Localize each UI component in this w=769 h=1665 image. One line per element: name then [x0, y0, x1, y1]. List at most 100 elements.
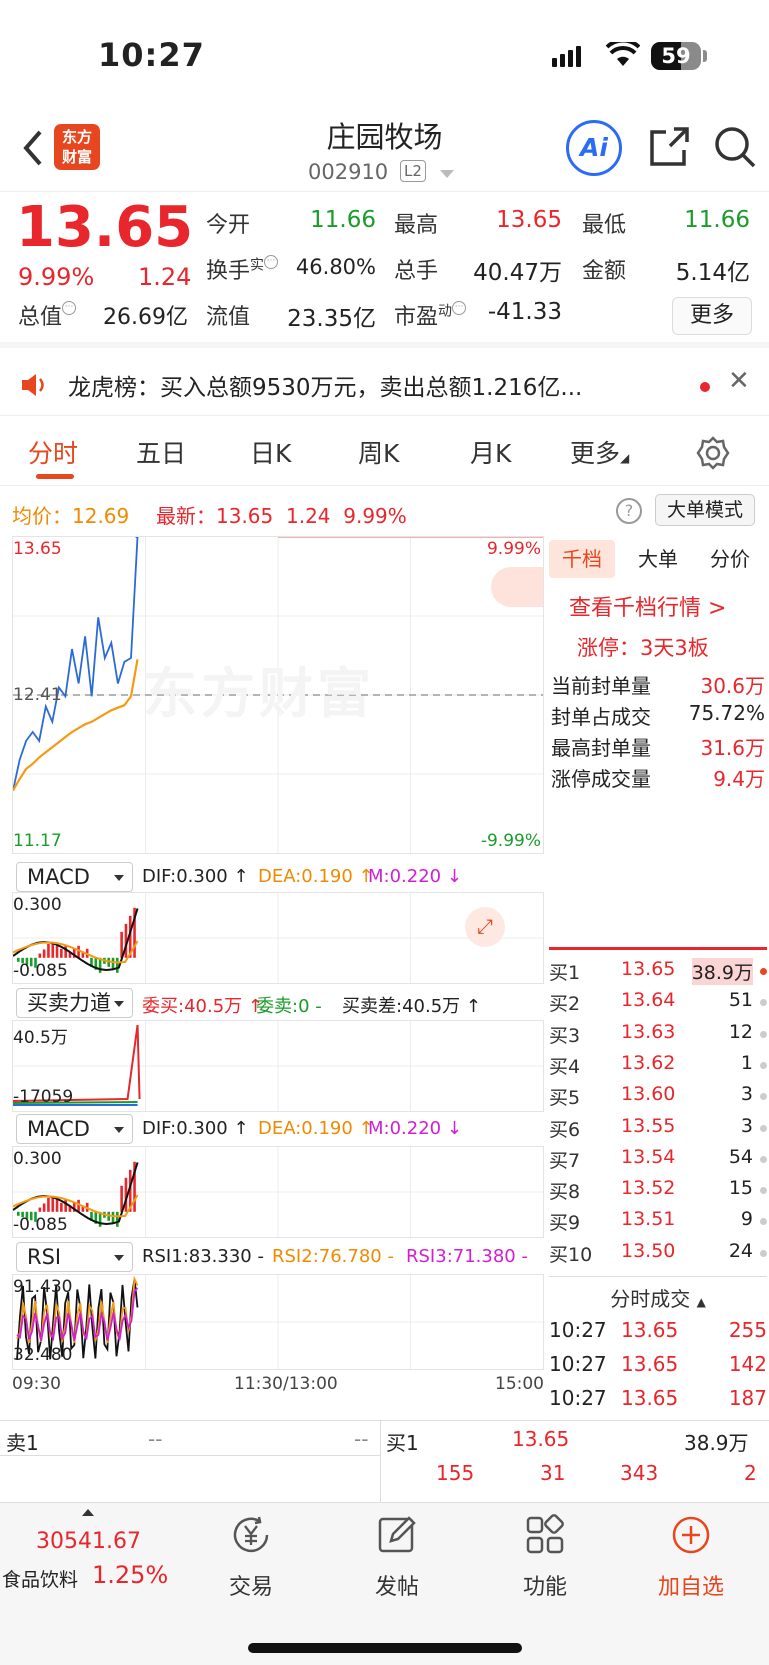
- home-indicator: [248, 1643, 522, 1653]
- macd-chart[interactable]: 0.300 -0.085 ⤢: [12, 892, 544, 984]
- intraday-chart[interactable]: 13.65 9.99% 12.41 11.17 -9.99% 东方财富: [12, 536, 544, 854]
- chart-area[interactable]: 13.65 9.99% 12.41 11.17 -9.99% 东方财富 MACD…: [12, 536, 544, 1396]
- big-order-mode-button[interactable]: 大单模式: [655, 494, 755, 526]
- stat-label: 市盈动 ···: [394, 299, 467, 331]
- order-book-row[interactable]: 买5 13.60 3: [549, 1083, 767, 1114]
- time-axis-start: 09:30: [12, 1374, 61, 1394]
- order-book[interactable]: 买1 13.65 38.9万 买2 13.64 51 买3 13.63 12 买4 13.62 1 买5…: [547, 954, 769, 1276]
- pct-top-label: 9.99%: [486, 539, 541, 559]
- chevron-down-icon[interactable]: [440, 170, 454, 178]
- search-icon[interactable]: [712, 124, 758, 170]
- watermark: 东方财富: [143, 662, 375, 725]
- stat-value: 26.69亿: [103, 305, 188, 330]
- order-book-row[interactable]: 买7 13.54 54: [549, 1146, 767, 1177]
- order-book-row[interactable]: 买6 13.55 3: [549, 1115, 767, 1146]
- indicator-header: MACD DIF:0.300 ↑ DEA:0.190 ↑ M:0.220 ↓: [12, 1110, 544, 1148]
- bid-ask-force-chart[interactable]: 40.5万 -17059: [12, 1020, 544, 1112]
- bottom-nav: 30541.67 食品饮料 1.25% 交易 发帖 功能 加自选: [0, 1502, 769, 1665]
- change-percent: 9.99%: [18, 263, 95, 291]
- right-panel: 千档 大单 分价 查看千档行情 > 涨停：3天3板 当前封单量 30.6万 封单占…: [547, 536, 769, 1396]
- stat-value: -41.33: [487, 299, 562, 325]
- wifi-icon: [606, 42, 640, 66]
- settings-gear-icon[interactable]: [696, 436, 730, 470]
- mascot-icon[interactable]: [491, 567, 543, 607]
- stat-label: 最高: [394, 213, 439, 238]
- tab-big-order[interactable]: 大单: [625, 540, 691, 578]
- tab-intraday[interactable]: 分时: [28, 434, 78, 470]
- macd-bar: [47, 943, 50, 958]
- tab-more[interactable]: 更多◢: [570, 434, 629, 470]
- tab-price-split[interactable]: 分价: [697, 540, 763, 578]
- indicator-select[interactable]: 买卖力道: [16, 988, 133, 1018]
- tab-monthly-k[interactable]: 月K: [470, 434, 511, 470]
- macd-bar: [38, 1207, 42, 1212]
- ticks-header[interactable]: 分时成交 ▲: [549, 1276, 767, 1312]
- level2-badge[interactable]: L2: [400, 160, 426, 182]
- view-qiandang-link[interactable]: 查看千档行情 >: [569, 590, 726, 622]
- nav-add-watchlist[interactable]: 加自选: [636, 1513, 746, 1601]
- tab-5day[interactable]: 五日: [136, 434, 186, 470]
- order-book-row[interactable]: 买8 13.52 15: [549, 1177, 767, 1208]
- seal-row: 当前封单量 30.6万: [551, 674, 765, 698]
- tab-weekly-k[interactable]: 周K: [358, 434, 399, 470]
- macd-bar: [60, 1202, 63, 1212]
- order-book-row[interactable]: 买2 13.64 51: [549, 989, 767, 1020]
- indicator-select[interactable]: RSI: [16, 1242, 133, 1272]
- expand-icon[interactable]: ⤢: [465, 907, 505, 947]
- ai-button[interactable]: Ai: [566, 120, 622, 176]
- last-price: 13.65: [16, 195, 194, 260]
- time-axis-mid: 11:30/13:00: [234, 1374, 338, 1394]
- indicator-header: RSI RSI1:83.330 - RSI2:76.780 - RSI3:71.…: [12, 1238, 544, 1276]
- help-icon[interactable]: ?: [616, 498, 642, 524]
- grid-icon: [526, 1514, 564, 1554]
- stat-value: 40.47万: [473, 260, 562, 286]
- latest-price: 最新：13.65 1.24 9.99%: [156, 504, 407, 528]
- macd-bar: [47, 1197, 50, 1212]
- order-book-row[interactable]: 买3 13.63 12: [549, 1021, 767, 1052]
- news-text: 龙虎榜：买入总额9530万元，卖出总额1.216亿...: [68, 375, 583, 401]
- tick-row: 10:27 13.65 142: [549, 1352, 767, 1376]
- macd-chart[interactable]: 0.300 -0.085: [12, 1146, 544, 1238]
- nav-functions[interactable]: 功能: [490, 1513, 600, 1601]
- tick-row: 10:27 13.65 255: [549, 1318, 767, 1342]
- chart-info-bar: 均价：12.69 最新：13.65 1.24 9.99% ? 大单模式: [0, 490, 769, 534]
- news-ticker[interactable]: 龙虎榜：买入总额9530万元，卖出总额1.216亿... ✕: [0, 354, 769, 416]
- price-line: [13, 537, 139, 791]
- tick-row: 10:27 13.65 187: [549, 1386, 767, 1410]
- order-book-row[interactable]: 买1 13.65 38.9万: [549, 958, 767, 989]
- order-book-row[interactable]: 买10 13.50 24: [549, 1240, 767, 1271]
- nav-post[interactable]: 发帖: [342, 1513, 452, 1601]
- indicator-select[interactable]: MACD: [16, 862, 133, 892]
- order-book-row[interactable]: 买9 13.51 9: [549, 1208, 767, 1239]
- nav-trade[interactable]: 交易: [196, 1513, 306, 1601]
- sector-index[interactable]: 30541.67 食品饮料 1.25%: [0, 1505, 175, 1605]
- order-queue[interactable]: 卖1 -- -- 买1 13.65 38.9万 155 31 343 2: [0, 1420, 769, 1507]
- price-mid-label: 12.41: [13, 685, 62, 705]
- macd-bar: [64, 945, 67, 958]
- more-button[interactable]: 更多: [672, 297, 752, 335]
- yen-icon: [233, 1516, 269, 1553]
- force-plot: [13, 1021, 543, 1111]
- stat-value: 13.65: [496, 207, 562, 233]
- price-bottom-label: 11.17: [13, 831, 62, 851]
- tab-daily-k[interactable]: 日K: [250, 434, 291, 470]
- seal-row: 涨停成交量 9.4万: [551, 767, 765, 791]
- stat-label: 流值: [206, 305, 251, 330]
- tab-qiandang[interactable]: 千档: [549, 540, 615, 578]
- share-icon[interactable]: [646, 124, 692, 170]
- indicator-header: MACD DIF:0.300 ↑ DEA:0.190 ↑ M:0.220 ↓: [12, 858, 544, 896]
- stat-label: 今开: [206, 213, 251, 238]
- rsi-chart[interactable]: 91.430 32.480: [12, 1274, 544, 1370]
- close-icon[interactable]: ✕: [728, 366, 750, 396]
- indicator-select[interactable]: MACD: [16, 1114, 133, 1144]
- order-book-row[interactable]: 买4 13.62 1: [549, 1052, 767, 1083]
- clock: 10:27: [98, 36, 205, 74]
- quote-panel: 13.65 9.99% 1.24 今开 11.66 最高 13.65 最低 11…: [0, 193, 769, 348]
- battery-icon: 59: [651, 42, 701, 70]
- macd-bar: [77, 945, 80, 958]
- indicator-header: 买卖力道 委买:40.5万 ↑ 委卖:0 - 买卖差:40.5万 ↑: [12, 984, 544, 1022]
- macd-bar: [55, 945, 59, 958]
- stat-value: 46.80%: [295, 255, 376, 279]
- signal-icon: [552, 46, 584, 67]
- speaker-icon: [22, 374, 44, 396]
